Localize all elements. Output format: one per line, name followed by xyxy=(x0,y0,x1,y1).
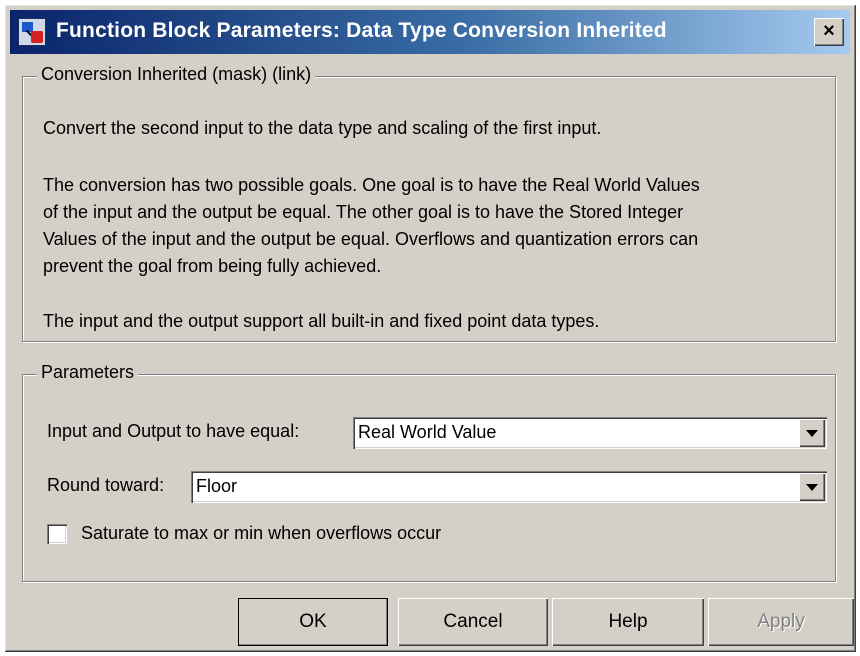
cancel-button[interactable]: Cancel xyxy=(398,598,548,646)
title-bar[interactable]: Function Block Parameters: Data Type Con… xyxy=(10,10,850,54)
dialog-window: Function Block Parameters: Data Type Con… xyxy=(4,4,856,652)
apply-button[interactable]: Apply xyxy=(708,598,854,646)
description-line-5: prevent the goal from being fully achiev… xyxy=(43,256,382,276)
equal-dropdown[interactable]: Real World Value xyxy=(353,417,827,449)
description-line-4: Values of the input and the output be eq… xyxy=(43,229,699,249)
chevron-down-icon[interactable] xyxy=(799,473,825,501)
equal-dropdown-value: Real World Value xyxy=(358,422,497,442)
description-line-1: Convert the second input to the data typ… xyxy=(43,118,602,138)
saturate-checkbox[interactable] xyxy=(47,524,67,544)
equal-label: Input and Output to have equal: xyxy=(47,421,300,441)
description-group: Conversion Inherited (mask) (link) Conve… xyxy=(22,64,836,342)
description-line-6: The input and the output support all bui… xyxy=(43,311,600,331)
round-dropdown[interactable]: Floor xyxy=(191,471,827,503)
description-line-2: The conversion has two possible goals. O… xyxy=(43,175,700,195)
saturate-label[interactable]: Saturate to max or min when overflows oc… xyxy=(81,523,441,544)
round-label: Round toward: xyxy=(47,475,165,495)
round-dropdown-value: Floor xyxy=(196,476,238,496)
close-button[interactable]: × xyxy=(814,18,844,46)
parameters-group: Parameters Input and Output to have equa… xyxy=(22,362,836,582)
description-legend: Conversion Inherited (mask) (link) xyxy=(37,64,316,85)
simulink-block-icon xyxy=(18,18,46,46)
help-button[interactable]: Help xyxy=(552,598,704,646)
window-title: Function Block Parameters: Data Type Con… xyxy=(56,19,667,42)
description-line-3: of the input and the output be equal. Th… xyxy=(43,202,684,222)
ok-button[interactable]: OK xyxy=(238,598,388,646)
parameters-legend: Parameters xyxy=(37,362,139,383)
chevron-down-icon[interactable] xyxy=(799,419,825,447)
